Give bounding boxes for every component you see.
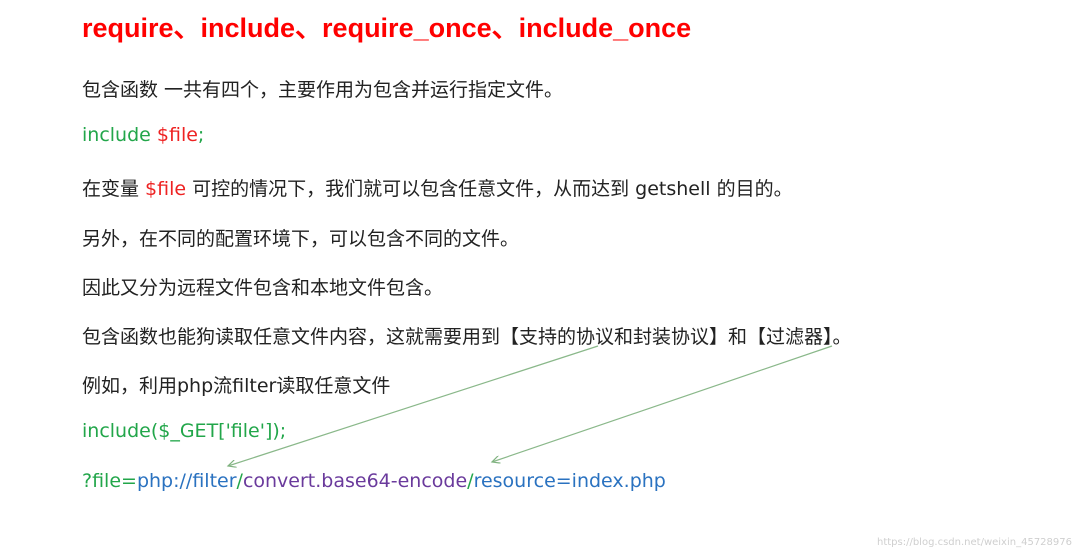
arrow-protocol — [228, 345, 599, 466]
annotation-arrows — [0, 345, 833, 554]
watermark: https://blog.csdn.net/weixin_45728976 — [876, 537, 1072, 548]
